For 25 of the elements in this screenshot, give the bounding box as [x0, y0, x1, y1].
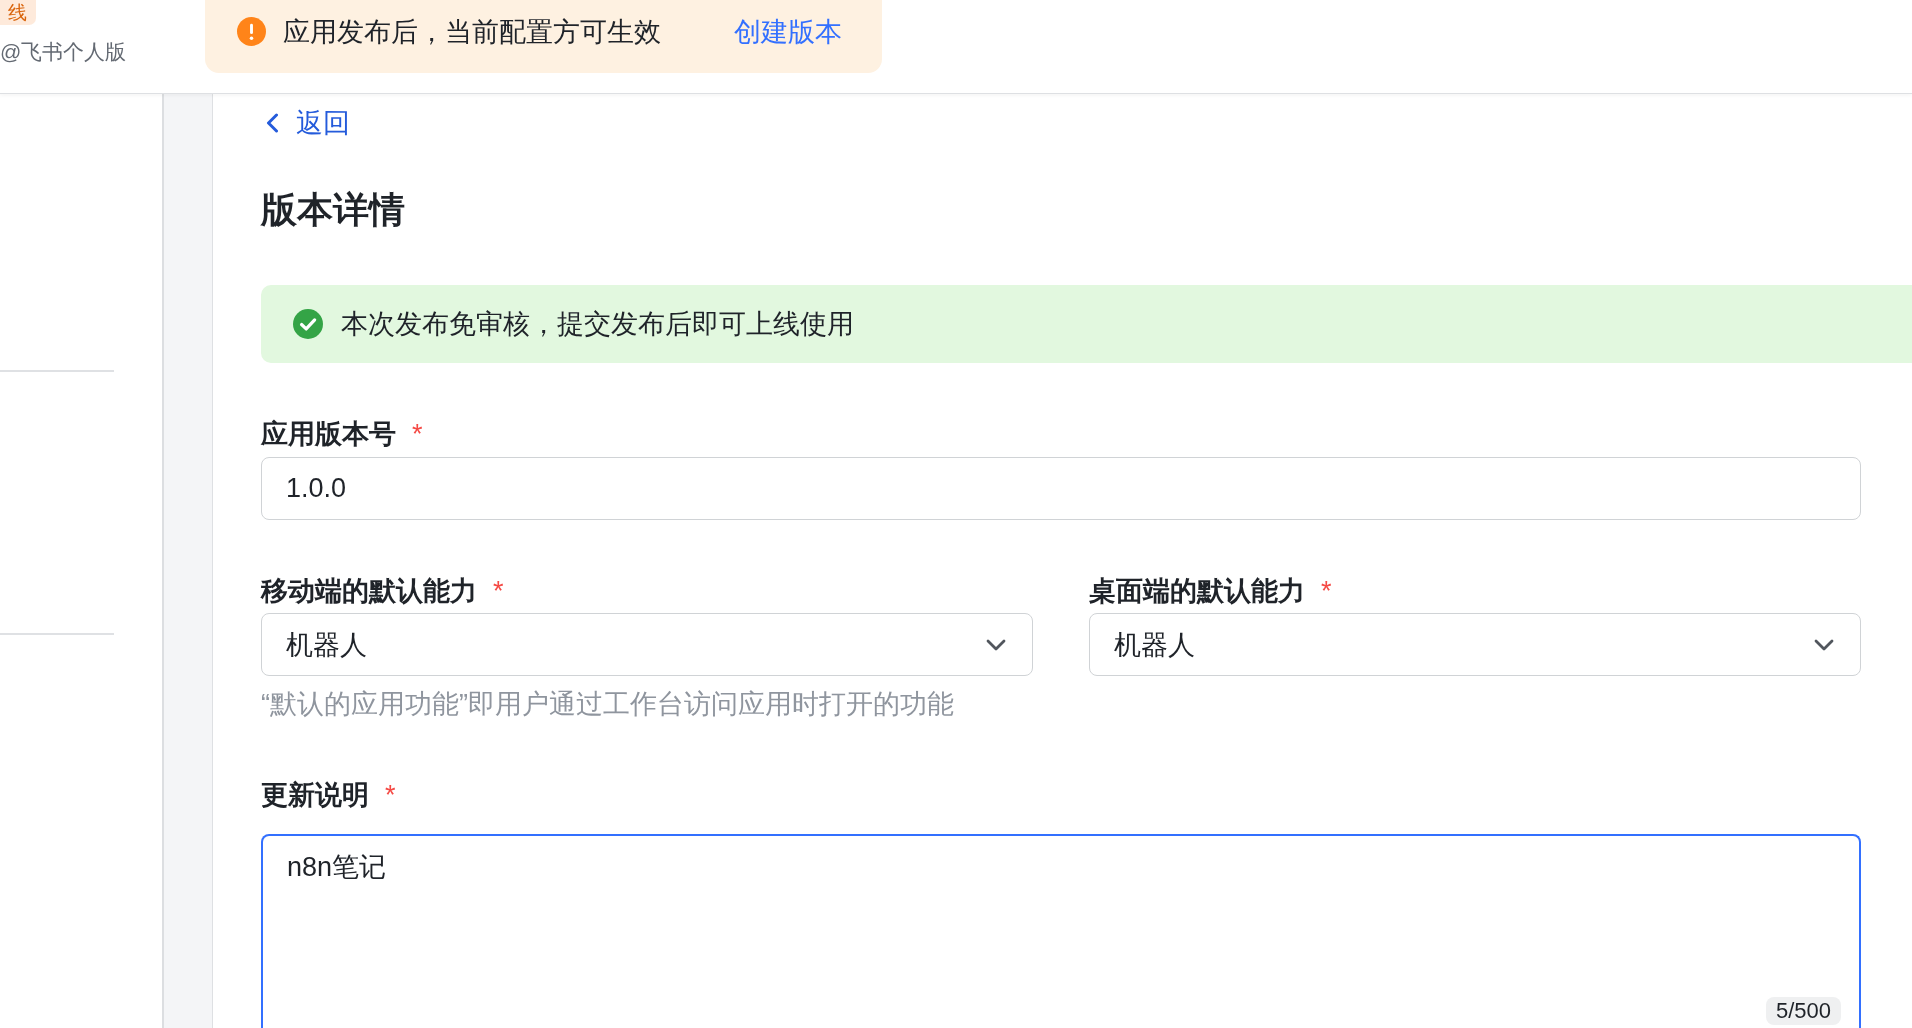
required-asterisk: *	[385, 779, 396, 812]
help-text: “默认的应用功能”即用户通过工作台访问应用时打开的功能	[261, 688, 954, 721]
field-label: 更新说明	[261, 779, 369, 812]
field-label: 移动端的默认能力	[261, 575, 477, 608]
warning-icon	[237, 17, 266, 46]
status-badge: 线	[0, 0, 36, 25]
field-label: 桌面端的默认能力	[1089, 575, 1305, 608]
back-link[interactable]: 返回	[266, 106, 350, 140]
create-version-link[interactable]: 创建版本	[734, 13, 842, 50]
notice-message: 应用发布后，当前配置方可生效	[283, 15, 661, 49]
required-asterisk: *	[1321, 575, 1332, 608]
chevron-left-icon	[266, 113, 279, 133]
check-circle-icon	[293, 309, 323, 339]
character-counter: 5/500	[1765, 997, 1841, 1025]
required-asterisk: *	[493, 575, 504, 608]
chevron-down-icon	[1814, 638, 1834, 651]
select-field[interactable]: 机器人	[1089, 613, 1861, 676]
field-label: 应用版本号	[261, 418, 396, 451]
required-asterisk: *	[412, 418, 423, 451]
chevron-down-icon	[986, 638, 1006, 651]
page-title: 版本详情	[261, 188, 405, 232]
account-name: @飞书个人版	[0, 39, 127, 65]
alert-message: 本次发布免审核，提交发布后即可上线使用	[341, 308, 854, 341]
select-field[interactable]: 机器人	[261, 613, 1033, 676]
input-field[interactable]: 1.0.0	[261, 457, 1861, 520]
